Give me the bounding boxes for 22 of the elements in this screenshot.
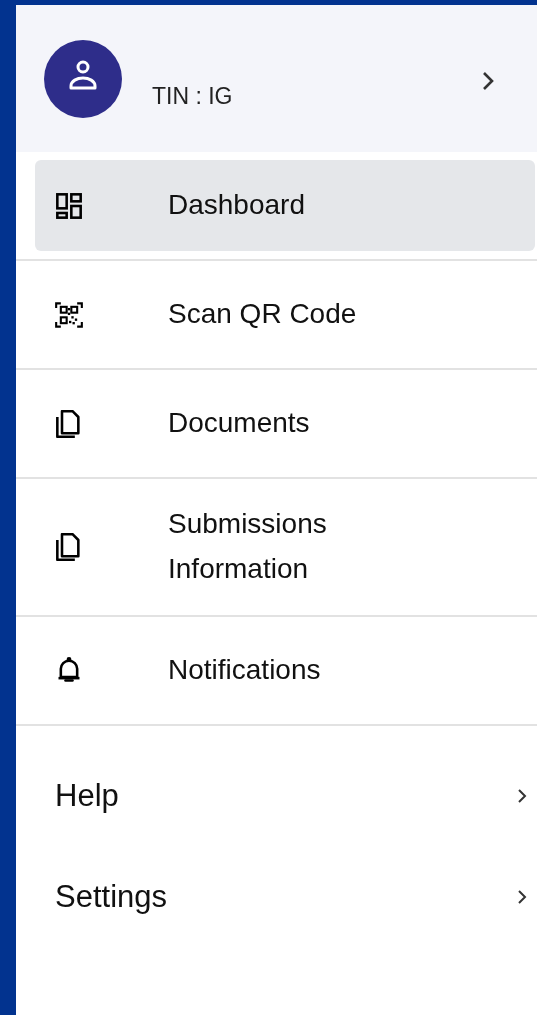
chevron-right-icon (517, 788, 527, 805)
dashboard-icon (55, 191, 83, 220)
chevron-right-icon (517, 889, 527, 906)
documents-icon (55, 409, 83, 438)
qr-code-icon (55, 300, 83, 329)
documents-icon (55, 532, 83, 561)
menu-item-label: Documents (168, 406, 310, 441)
menu-item-label: Submissions Information (168, 507, 327, 586)
user-avatar-icon (44, 39, 122, 118)
menu-item-label: Notifications (168, 652, 321, 687)
menu-item[interactable]: Documents (35, 378, 535, 469)
chevron-right-icon (481, 71, 495, 91)
menu-item[interactable]: Submissions Information (35, 487, 535, 607)
menu-item-label: Dashboard (168, 188, 305, 223)
menu-link[interactable]: Help (16, 745, 537, 847)
tin-label: TIN : IG (152, 83, 233, 110)
profile-header[interactable]: TIN : IG (16, 5, 537, 152)
menu-item[interactable]: Notifications (35, 624, 535, 716)
menu-item[interactable]: Scan QR Code (35, 269, 535, 360)
menu-link[interactable]: Settings (16, 846, 537, 948)
menu-item[interactable]: Dashboard (35, 160, 535, 251)
menu-item-label: Scan QR Code (168, 297, 357, 332)
